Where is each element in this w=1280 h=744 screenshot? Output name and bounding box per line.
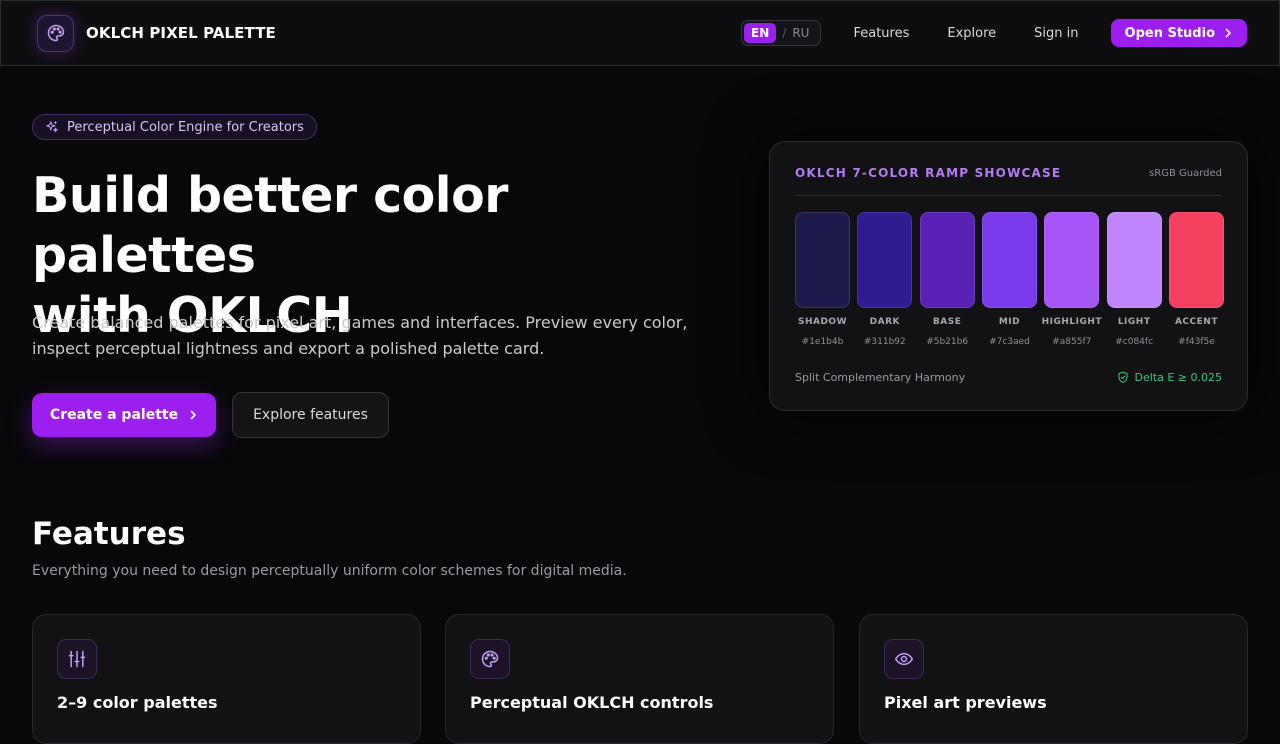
feature-card-oklch-controls[interactable]: Perceptual OKLCH controls [445,614,834,744]
swatch-color-box[interactable] [1168,212,1224,308]
harmony-label: Split Complementary Harmony [795,371,966,384]
swatch-row: SHADOW #1e1b4b DARK #311b92 BASE #5b21b6 MID #7… [795,212,1224,347]
sparkles-icon [46,121,58,133]
swatch-hex: #311b92 [863,337,906,347]
swatch-hex: #f43f5e [1178,337,1215,347]
delta-e-label: Delta E ≥ 0.025 [1134,371,1223,384]
explore-features-button[interactable]: Explore features [232,392,389,438]
feature-name: 2–9 color palettes [57,693,218,712]
swatch-color-box[interactable] [1106,212,1162,308]
features-subtitle: Everything you need to design perceptual… [32,563,627,579]
language-switcher: EN / RU [741,20,822,46]
feature-name: Pixel art previews [884,693,1047,712]
palette-showcase-card: OKLCH 7-COLOR RAMP SHOWCASE sRGB Guarded… [769,141,1248,411]
swatch-hex: #a855f7 [1052,337,1092,347]
nav-link-explore[interactable]: Explore [947,26,996,41]
showcase-header: OKLCH 7-COLOR RAMP SHOWCASE sRGB Guarded [795,166,1222,196]
swatch-name: LIGHT [1117,317,1151,327]
swatch-color-box[interactable] [1044,212,1100,308]
hero-subtitle: Create balanced palettes for pixel art, … [32,313,688,358]
nav-link-sign-in[interactable]: Sign in [1034,26,1078,41]
logo[interactable] [37,14,74,52]
lang-en-button[interactable]: EN [744,23,777,43]
nav-right: EN / RU Features Explore Sign in Open St… [741,19,1247,47]
create-palette-button[interactable]: Create a palette [32,393,216,437]
swatch-name: SHADOW [797,317,848,327]
swatch-hex: #1e1b4b [801,337,844,347]
chevron-right-icon [1225,28,1231,38]
palette-icon [47,24,64,42]
swatch-hex: #5b21b6 [926,337,969,347]
open-studio-button[interactable]: Open Studio [1110,19,1247,47]
swatch-name: DARK [869,317,900,327]
swatch-hex: #7c3aed [989,337,1030,347]
feature-card-palettes[interactable]: 2–9 color palettes [32,614,421,744]
eye-icon [894,652,914,666]
swatch-color-box[interactable] [919,212,975,308]
swatch-color-box[interactable] [857,212,913,308]
swatch-dark[interactable]: DARK #311b92 [857,212,913,347]
features-heading: Features [32,516,186,552]
feature-card-pixel-previews[interactable]: Pixel art previews [859,614,1248,744]
brand-name[interactable]: OKLCH PIXEL PALETTE [86,24,276,42]
showcase-title: OKLCH 7-COLOR RAMP SHOWCASE [795,166,1062,180]
open-studio-label: Open Studio [1124,25,1215,41]
delta-e-indicator: Delta E ≥ 0.025 [1117,371,1223,384]
feature-name: Perceptual OKLCH controls [470,693,714,712]
feature-icon-box [57,639,97,679]
srgb-guarded-label: sRGB Guarded [1149,168,1222,179]
swatch-shadow[interactable]: SHADOW #1e1b4b [795,212,850,347]
swatch-name: ACCENT [1174,317,1218,327]
swatch-name: MID [998,317,1021,327]
swatch-light[interactable]: LIGHT #c084fc [1106,212,1162,347]
chevron-right-icon [190,410,196,420]
swatch-highlight[interactable]: HIGHLIGHT #a855f7 [1041,212,1103,347]
shield-check-icon [1118,371,1127,383]
sliders-icon [68,650,86,668]
top-nav: OKLCH PIXEL PALETTE EN / RU Features Exp… [0,0,1280,66]
swatch-name: HIGHLIGHT [1041,317,1103,327]
swatch-accent[interactable]: ACCENT #f43f5e [1168,212,1224,347]
explore-features-label: Explore features [253,407,368,423]
swatch-color-box[interactable] [795,212,850,308]
hero-badge-label: Perceptual Color Engine for Creators [67,119,304,135]
swatch-hex: #c084fc [1115,337,1154,347]
swatch-base[interactable]: BASE #5b21b6 [919,212,975,347]
hero-title-line-1: Build better color palettes [32,167,508,284]
lang-ru-button[interactable]: RU [792,26,818,40]
nav-link-features[interactable]: Features [853,26,909,41]
feature-icon-box [470,639,510,679]
feature-icon-box [884,639,924,679]
hero-badge: Perceptual Color Engine for Creators [32,114,317,140]
swatch-mid[interactable]: MID #7c3aed [981,212,1037,347]
showcase-footer: Split Complementary Harmony Delta E ≥ 0.… [795,371,1222,384]
swatch-color-box[interactable] [981,212,1037,308]
lang-separator: / [782,26,787,40]
palette-icon [481,650,499,668]
swatch-name: BASE [932,317,962,327]
create-palette-label: Create a palette [49,407,179,423]
